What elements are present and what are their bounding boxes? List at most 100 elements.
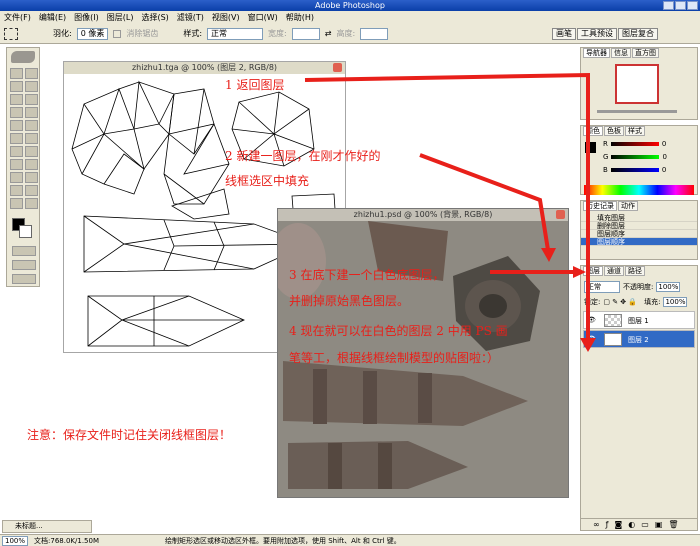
g-value[interactable]: 0	[662, 153, 666, 161]
annotation-step2-cont: 线框选区中填充	[225, 174, 310, 188]
move-icon[interactable]	[25, 68, 38, 79]
screen-mode-icon[interactable]	[12, 260, 36, 270]
layer-row[interactable]: 👁 图层 1	[583, 311, 695, 329]
path-select-icon[interactable]	[10, 159, 23, 170]
tab-color[interactable]: 颜色	[583, 126, 603, 136]
tab-channels[interactable]: 通道	[604, 266, 624, 276]
height-input[interactable]	[360, 27, 389, 40]
tab-navigator[interactable]: 导航器	[583, 48, 610, 58]
history-item[interactable]: 删除图层	[581, 222, 697, 230]
pen-icon[interactable]	[10, 172, 23, 183]
tab-history[interactable]: 历史记录	[583, 201, 617, 211]
eye-icon[interactable]: 👁	[587, 316, 596, 324]
tab-styles[interactable]: 样式	[625, 126, 645, 136]
layer-name[interactable]: 图层 2	[628, 335, 649, 345]
shape-icon[interactable]	[25, 172, 38, 183]
jump-to-imageready-icon[interactable]	[12, 274, 36, 284]
feather-input[interactable]: 0 像素	[76, 27, 109, 40]
hand-icon[interactable]	[10, 198, 23, 209]
history-item[interactable]: 图层顺序	[581, 238, 697, 246]
quickmask-icon[interactable]	[12, 246, 36, 256]
menu-layer[interactable]: 图层(L)	[107, 12, 134, 23]
type-icon[interactable]	[25, 159, 38, 170]
marquee-icon[interactable]	[10, 68, 23, 79]
eyedropper-icon[interactable]	[25, 185, 38, 196]
style-select[interactable]: 正常	[207, 27, 264, 40]
opacity-input[interactable]: 100%	[656, 282, 681, 292]
minimize-icon[interactable]	[663, 1, 674, 10]
tab-swatches[interactable]: 色板	[604, 126, 624, 136]
fx-icon[interactable]: ƒ	[606, 520, 609, 529]
r-slider[interactable]	[610, 142, 659, 146]
lasso-icon[interactable]	[10, 81, 23, 92]
new-layer-icon[interactable]: ▣	[655, 520, 663, 529]
swap-icon[interactable]: ⇄	[325, 29, 332, 38]
g-slider[interactable]	[611, 155, 660, 159]
crop-icon[interactable]	[10, 94, 23, 105]
fill-input[interactable]: 100%	[663, 297, 688, 307]
brush-icon[interactable]	[25, 107, 38, 118]
healing-icon[interactable]	[10, 107, 23, 118]
menu-filter[interactable]: 滤镜(T)	[177, 12, 204, 23]
menu-image[interactable]: 图像(I)	[74, 12, 99, 23]
history-item[interactable]: 填充图层	[581, 214, 697, 222]
slice-icon[interactable]	[25, 94, 38, 105]
close-icon[interactable]	[556, 210, 565, 219]
width-input[interactable]	[291, 27, 320, 40]
antialias-checkbox[interactable]	[113, 29, 122, 38]
minimized-document[interactable]: 未标题...	[2, 520, 92, 533]
menu-window[interactable]: 窗口(W)	[248, 12, 278, 23]
eye-icon[interactable]: 👁	[587, 335, 596, 343]
menu-help[interactable]: 帮助(H)	[286, 12, 314, 23]
menu-file[interactable]: 文件(F)	[4, 12, 31, 23]
tab-actions[interactable]: 动作	[618, 201, 638, 211]
layer-name[interactable]: 图层 1	[628, 316, 649, 326]
magic-wand-icon[interactable]	[25, 81, 38, 92]
fg-color-swatch[interactable]	[585, 142, 596, 153]
blend-mode-select[interactable]: 正常	[584, 281, 620, 293]
dodge-icon[interactable]	[25, 146, 38, 157]
tab-tool-presets[interactable]: 工具预设	[577, 28, 617, 40]
history-brush-icon[interactable]	[25, 120, 38, 131]
b-slider[interactable]	[610, 168, 659, 172]
r-value[interactable]: 0	[662, 140, 666, 148]
color-spectrum[interactable]	[584, 185, 694, 195]
background-color-swatch[interactable]	[19, 225, 32, 238]
lock-icon[interactable]: ▢ ✎ ✥ 🔒	[603, 298, 637, 306]
tab-layers[interactable]: 图层	[583, 266, 603, 276]
zoom-field[interactable]: 100%	[2, 535, 29, 546]
eraser-icon[interactable]	[10, 133, 23, 144]
menu-view[interactable]: 视图(V)	[212, 12, 240, 23]
minimized-title: 未标题...	[15, 522, 43, 530]
stamp-icon[interactable]	[10, 120, 23, 131]
trash-icon[interactable]: 🗑	[668, 520, 678, 529]
menu-edit[interactable]: 编辑(E)	[39, 12, 66, 23]
mask-icon[interactable]: ◙	[615, 520, 623, 529]
b-value[interactable]: 0	[662, 166, 666, 174]
tab-info[interactable]: 信息	[611, 48, 631, 58]
zoom-icon[interactable]	[25, 198, 38, 209]
zoom-slider[interactable]	[597, 110, 677, 113]
close-icon[interactable]	[333, 63, 342, 72]
layer-thumbnail	[604, 333, 622, 346]
navigator-thumbnail[interactable]	[615, 64, 659, 104]
history-item[interactable]: 图层顺序	[581, 230, 697, 238]
tab-paths[interactable]: 路径	[625, 266, 645, 276]
close-icon[interactable]	[687, 1, 698, 10]
layer-row[interactable]: 👁 图层 2	[583, 330, 695, 348]
marquee-tool-icon[interactable]	[4, 27, 18, 40]
folder-icon[interactable]: ▭	[641, 520, 649, 529]
menu-select[interactable]: 选择(S)	[141, 12, 168, 23]
maximize-icon[interactable]	[675, 1, 686, 10]
link-icon[interactable]: ∞	[593, 520, 600, 529]
document-title-bar[interactable]: zhizhu1.tga @ 100% (图层 2, RGB/8)	[64, 62, 345, 74]
gradient-icon[interactable]	[25, 133, 38, 144]
tab-histogram[interactable]: 直方图	[632, 48, 659, 58]
annotation-step4: 4 现在就可以在白色的图层 2 中用 PS 画	[289, 324, 508, 338]
tab-layer-comps[interactable]: 图层复合	[618, 28, 658, 40]
blur-icon[interactable]	[10, 146, 23, 157]
notes-icon[interactable]	[10, 185, 23, 196]
tab-brushes[interactable]: 画笔	[552, 28, 576, 40]
document-title-bar[interactable]: zhizhu1.psd @ 100% (背景, RGB/8)	[278, 209, 568, 221]
adjustment-icon[interactable]: ◐	[628, 520, 635, 529]
